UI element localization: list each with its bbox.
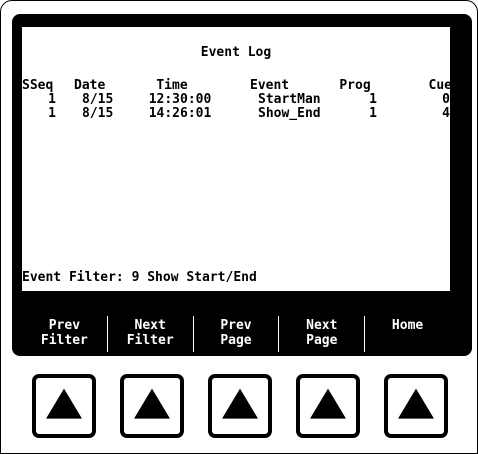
softkey-bar: Prev Filter Next Filter Prev Page Next P… [22, 316, 450, 352]
cell-cue: 0 [442, 92, 450, 107]
cell-prog: 1 [369, 92, 377, 107]
softkey-label-line1: Next [306, 318, 338, 333]
next-filter-softkey[interactable]: Next Filter [108, 316, 194, 352]
cell-date: 8/15 [82, 92, 114, 107]
prev-page-softkey[interactable]: Prev Page [194, 316, 280, 352]
column-header-date: Date [74, 78, 106, 93]
home-softkey[interactable]: Home [365, 316, 450, 352]
event-log-table: SSeq Date Time Event Prog Cue 1 8/15 12:… [22, 78, 452, 121]
triangle-up-icon [310, 388, 346, 419]
hardware-button-5[interactable] [384, 374, 448, 438]
softkey-label-line2: Page [306, 333, 338, 348]
table-row: 1 8/15 12:30:00 StartMan 1 0 [22, 93, 450, 107]
button-face [124, 378, 180, 434]
cell-time: 12:30:00 [148, 92, 212, 107]
button-face [212, 378, 268, 434]
next-page-softkey[interactable]: Next Page [279, 316, 366, 352]
hardware-button-4[interactable] [296, 374, 360, 438]
softkey-label-line2: Filter [40, 333, 88, 348]
cell-date: 8/15 [82, 106, 114, 121]
table-header-row: SSeq Date Time Event Prog Cue [22, 78, 452, 93]
cell-sseq: 1 [48, 92, 56, 107]
softkey-label-line1: Home [391, 318, 424, 333]
cell-time: 14:26:01 [148, 106, 212, 121]
column-header-sseq: SSeq [22, 78, 54, 93]
triangle-up-icon [46, 388, 82, 419]
hardware-button-row [32, 374, 452, 442]
softkey-label-line1: Prev [48, 318, 81, 333]
table-row: 1 8/15 14:26:01 Show_End 1 4 [22, 107, 450, 121]
hardware-button-1[interactable] [32, 374, 96, 438]
column-header-prog: Prog [339, 78, 371, 93]
cell-sseq: 1 [48, 106, 56, 121]
triangle-up-icon [222, 388, 258, 419]
screen-title: Event Log [200, 45, 272, 60]
hardware-button-2[interactable] [120, 374, 184, 438]
event-filter-status: Event Filter: 9 Show Start/End [22, 270, 257, 285]
softkey-label-line2: Filter [126, 333, 174, 348]
softkey-label-line2: Page [220, 333, 252, 348]
prev-filter-softkey[interactable]: Prev Filter [22, 316, 108, 352]
button-face [36, 378, 92, 434]
softkey-label-line1: Next [134, 318, 166, 333]
triangle-up-icon [134, 388, 170, 419]
column-header-time: Time [156, 78, 188, 93]
button-face [300, 378, 356, 434]
hardware-button-3[interactable] [208, 374, 272, 438]
softkey-label-line1: Prev [220, 318, 252, 333]
triangle-up-icon [398, 388, 434, 419]
lcd-screen: Event Log SSeq Date Time Event Prog Cue … [22, 27, 452, 291]
cell-prog: 1 [369, 106, 377, 121]
cell-cue: 4 [442, 106, 450, 121]
column-header-cue: Cue [428, 78, 452, 93]
button-face [388, 378, 444, 434]
